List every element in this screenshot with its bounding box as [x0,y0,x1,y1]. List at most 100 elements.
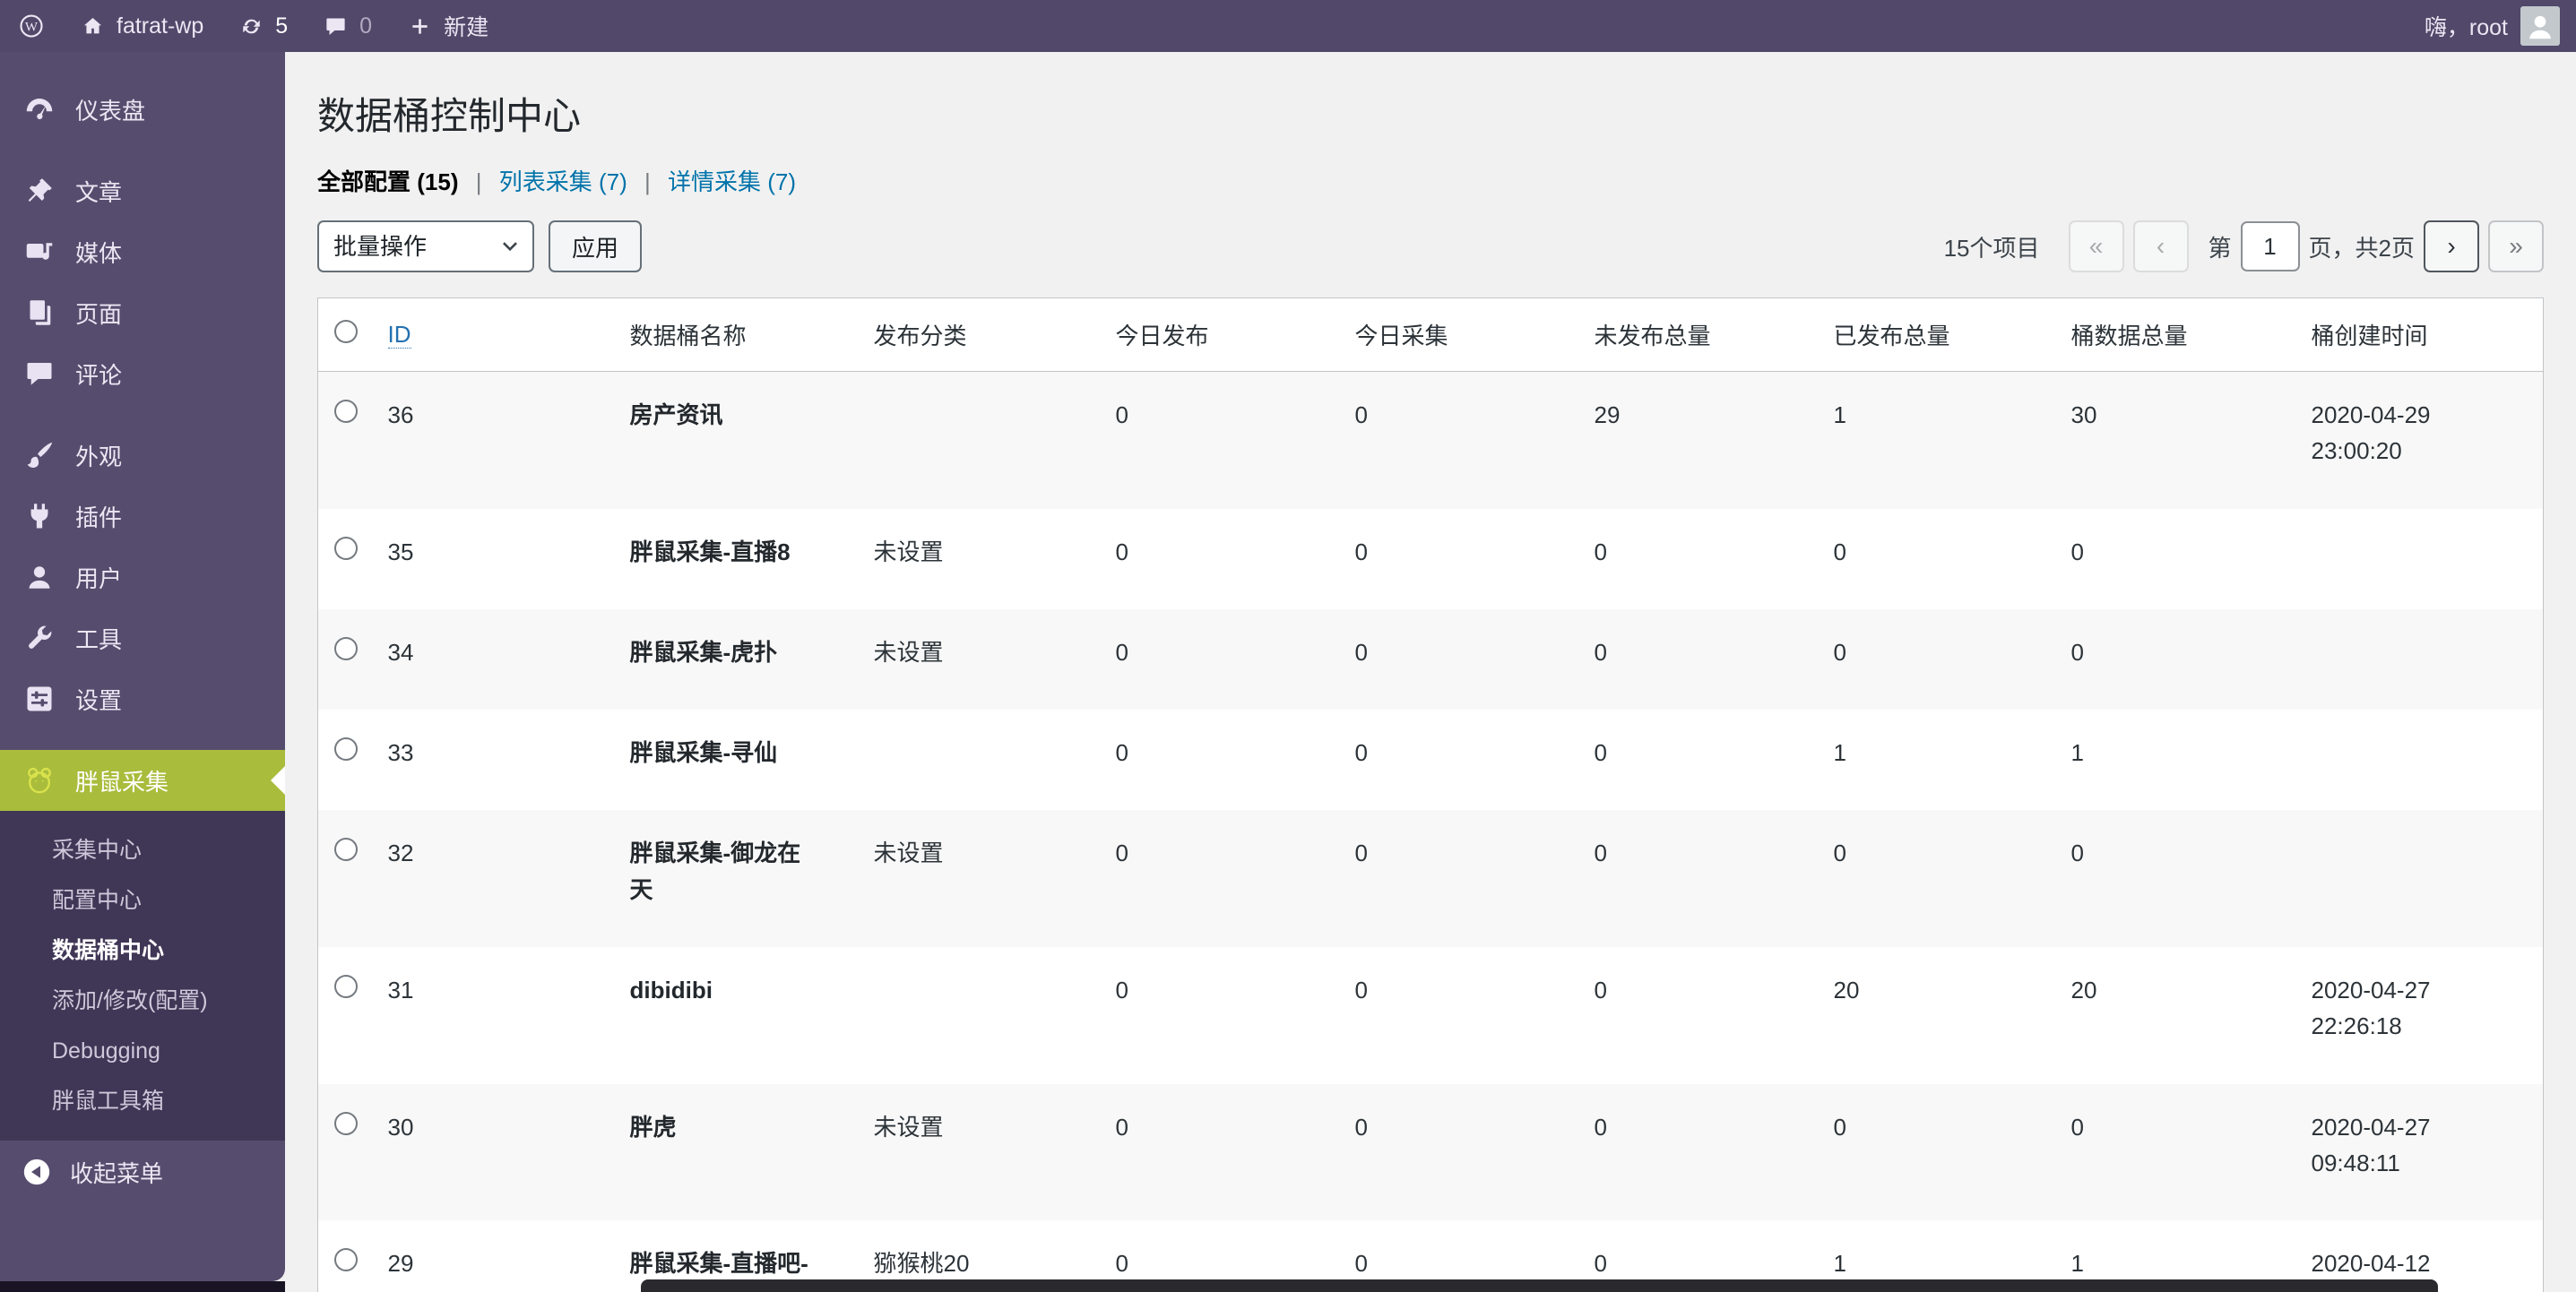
sidebar-label: 外观 [75,439,122,472]
site-name: fatrat-wp [117,13,203,39]
admin-bar: W fatrat-wp 5 0 新建 嗨，root [0,0,2576,52]
table-row: 35 胖鼠采集-直播8 未设置 0 0 0 0 0 [318,509,2544,609]
cell-category [860,947,1102,1084]
row-checkbox[interactable] [334,975,358,998]
submenu-item-fatrat-toolbox[interactable]: 胖鼠工具箱 [0,1076,285,1126]
filter-all-configs[interactable]: 全部配置 (15) [317,168,459,195]
account-menu[interactable]: 嗨，root [2425,6,2576,46]
table-toolbar: 批量操作 应用 15个项目 « ‹ 第 页，共2页 › » [317,220,2544,272]
fatrat-submenu: 采集中心 配置中心 数据桶中心 添加/修改(配置) Debugging 胖鼠工具… [0,811,285,1141]
table-row: 33 胖鼠采集-寻仙 0 0 0 1 1 [318,710,2544,810]
sidebar-item-fatrat-collect[interactable]: 胖鼠采集 [0,750,285,811]
cell-created [2297,710,2544,810]
sidebar-label: 胖鼠采集 [75,764,169,797]
cell-category [860,372,1102,509]
sidebar-item-dashboard[interactable]: 仪表盘 [0,79,285,140]
first-page-button[interactable]: « [2069,220,2124,272]
row-checkbox[interactable] [334,1248,358,1271]
submenu-item-debugging[interactable]: Debugging [0,1026,285,1076]
filter-separator: | [465,168,493,195]
current-page-input[interactable] [2241,221,2300,271]
filter-detail-collect[interactable]: 详情采集 (7) [668,168,796,195]
last-page-button[interactable]: » [2488,220,2544,272]
sidebar-label: 文章 [75,175,122,208]
updates-indicator[interactable]: 5 [221,0,306,52]
col-header-created-time: 桶创建时间 [2297,298,2544,372]
cell-id: 32 [374,810,616,947]
sidebar-item-appearance[interactable]: 外观 [0,425,285,486]
table-row: 31 dibidibi 0 0 0 20 20 2020-04-27 22:26… [318,947,2544,1084]
cell-category: 未设置 [860,1084,1102,1221]
sliders-icon [23,683,56,715]
collapse-menu-button[interactable]: 收起菜单 [0,1141,285,1203]
cell-created: 2020-04-27 09:48:11 [2297,1084,2544,1221]
cell-bucket-name: 胖鼠采集-虎扑 [616,609,860,710]
dashboard-gauge-icon [23,93,56,125]
cell-unpublished-total: 0 [1580,1084,1820,1221]
sidebar-item-posts[interactable]: 文章 [0,160,285,221]
cell-bucket-name: 胖鼠采集-御龙在天 [616,810,860,947]
comments-indicator[interactable]: 0 [306,0,390,52]
admin-sidebar: 仪表盘 文章 媒体 页面 评论 [0,52,285,1281]
menu-separator [0,140,285,160]
main-content: 数据桶控制中心 全部配置 (15) | 列表采集 (7) | 详情采集 (7) … [285,52,2576,1292]
cell-bucket-name: 胖虎 [616,1084,860,1221]
submenu-item-collect-center[interactable]: 采集中心 [0,825,285,875]
submenu-item-bucket-center[interactable]: 数据桶中心 [0,926,285,976]
home-icon [81,14,105,39]
sidebar-label: 媒体 [75,236,122,269]
wrench-icon [23,622,56,654]
cell-id: 33 [374,710,616,810]
prev-page-button[interactable]: ‹ [2133,220,2189,272]
sidebar-label: 评论 [75,357,122,391]
site-link[interactable]: fatrat-wp [63,0,221,52]
sort-by-id-link[interactable]: ID [388,321,411,349]
cell-unpublished-total: 0 [1580,509,1820,609]
row-checkbox[interactable] [334,637,358,660]
media-icon [23,236,56,268]
row-checkbox[interactable] [334,737,358,761]
sidebar-item-comments[interactable]: 评论 [0,343,285,404]
cell-unpublished-total: 0 [1580,947,1820,1084]
cell-created [2297,509,2544,609]
cell-today-collected: 0 [1341,710,1580,810]
wordpress-logo-menu[interactable]: W [0,0,63,52]
row-checkbox[interactable] [334,838,358,861]
menu-separator [0,404,285,425]
cell-bucket-total: 0 [2057,609,2297,710]
select-all-checkbox[interactable] [334,320,358,343]
cell-published-total: 0 [1820,810,2057,947]
cell-published-total: 1 [1820,372,2057,509]
submenu-item-config-center[interactable]: 配置中心 [0,875,285,926]
col-header-bucket-total: 桶数据总量 [2057,298,2297,372]
cell-unpublished-total: 0 [1580,810,1820,947]
cell-unpublished-total: 0 [1580,710,1820,810]
sidebar-item-plugins[interactable]: 插件 [0,486,285,547]
next-page-button[interactable]: › [2424,220,2479,272]
sidebar-item-media[interactable]: 媒体 [0,221,285,282]
row-checkbox[interactable] [334,537,358,560]
collapse-label: 收起菜单 [70,1156,163,1189]
cell-unpublished-total: 29 [1580,372,1820,509]
cell-today-collected: 0 [1341,372,1580,509]
sidebar-label: 插件 [75,500,122,533]
cell-published-total: 0 [1820,509,2057,609]
filter-list-collect[interactable]: 列表采集 (7) [499,168,627,195]
sidebar-item-users[interactable]: 用户 [0,547,285,607]
sidebar-item-pages[interactable]: 页面 [0,282,285,343]
col-header-published-total: 已发布总量 [1820,298,2057,372]
cell-id: 36 [374,372,616,509]
cell-category: 未设置 [860,609,1102,710]
new-content-menu[interactable]: 新建 [390,0,506,52]
row-checkbox[interactable] [334,400,358,423]
sidebar-item-tools[interactable]: 工具 [0,607,285,668]
apply-button[interactable]: 应用 [549,220,642,272]
bulk-action-select[interactable]: 批量操作 [317,220,534,272]
cell-bucket-name: dibidibi [616,947,860,1084]
row-checkbox[interactable] [334,1112,358,1135]
sidebar-label: 页面 [75,297,122,330]
cell-today-published: 0 [1102,710,1341,810]
cell-today-collected: 0 [1341,609,1580,710]
sidebar-item-settings[interactable]: 设置 [0,668,285,729]
submenu-item-add-modify-config[interactable]: 添加/修改(配置) [0,976,285,1026]
